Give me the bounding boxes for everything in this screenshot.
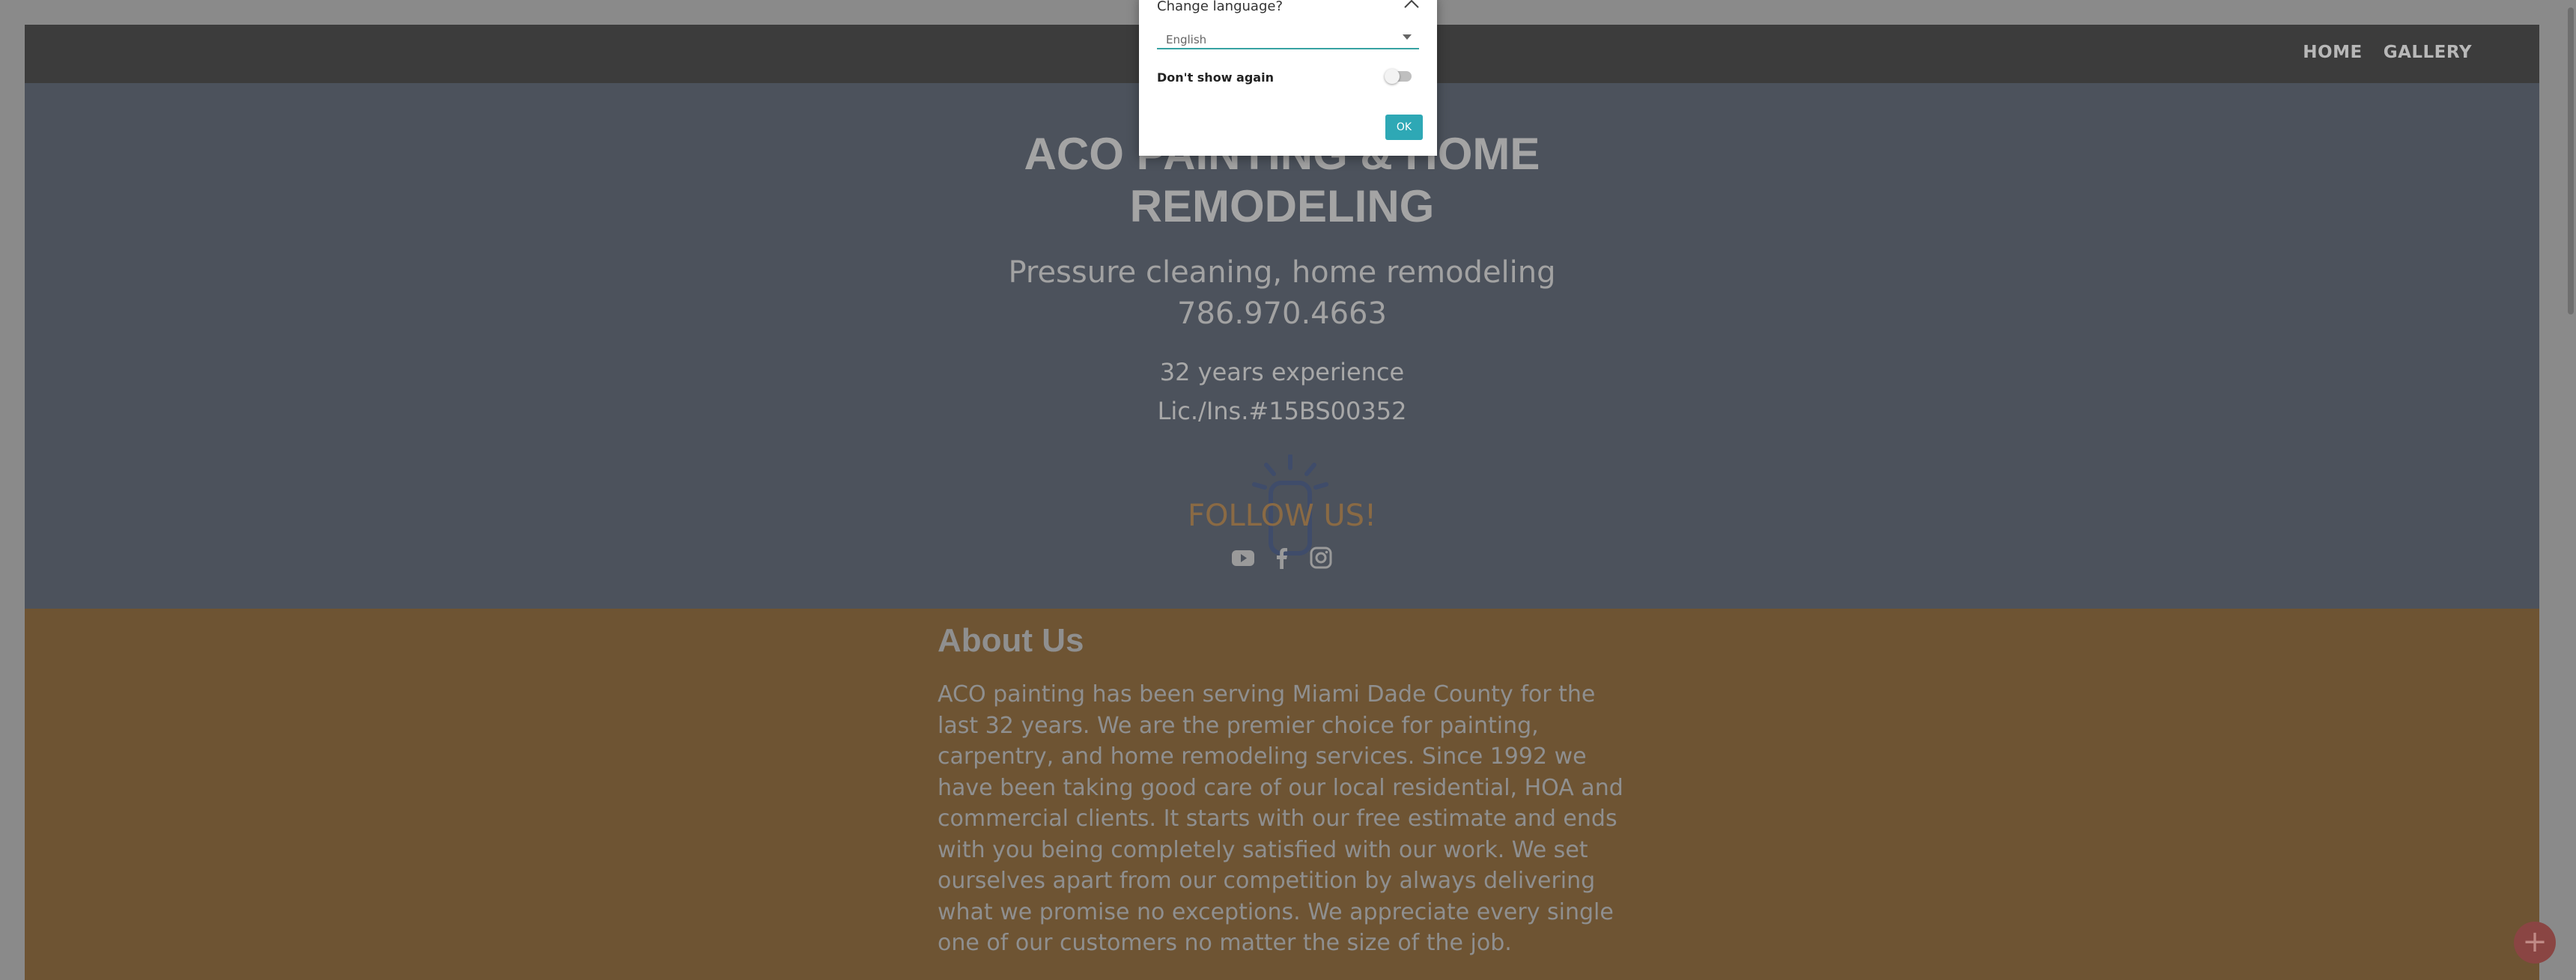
- main-nav: HOME GALLERY: [2303, 43, 2472, 62]
- instagram-icon[interactable]: [1309, 546, 1333, 570]
- dialog-title: Change language?: [1157, 0, 1283, 14]
- floating-action-button[interactable]: +: [2514, 922, 2556, 964]
- facebook-icon[interactable]: [1270, 546, 1294, 570]
- page-frame: HOME GALLERY ACO PAINTING & HOME REMODEL…: [25, 25, 2539, 980]
- ok-button[interactable]: OK: [1385, 115, 1423, 140]
- youtube-icon[interactable]: [1231, 546, 1255, 570]
- nav-home-link[interactable]: HOME: [2303, 43, 2362, 62]
- selected-language: English: [1166, 33, 1207, 46]
- change-language-dialog: Change language? English Don't show agai…: [1139, 0, 1437, 156]
- about-title: About Us: [938, 622, 1084, 659]
- social-links: [25, 546, 2539, 570]
- hero-subtitle: Pressure cleaning, home remodeling 786.9…: [25, 252, 2539, 335]
- dont-show-again-label: Don't show again: [1157, 70, 1274, 85]
- experience-text: 32 years experience: [1159, 358, 1405, 386]
- chevron-down-icon: [1403, 34, 1412, 40]
- follow-us-label: FOLLOW US!: [1187, 499, 1377, 533]
- about-body: ACO painting has been serving Miami Dade…: [938, 681, 1623, 956]
- close-icon[interactable]: [1401, 0, 1422, 15]
- language-select[interactable]: English: [1157, 22, 1419, 49]
- hero-phone[interactable]: 786.970.4663: [25, 293, 2539, 335]
- dont-show-again-toggle[interactable]: [1385, 69, 1412, 84]
- page-scrollbar[interactable]: [2566, 0, 2576, 980]
- hero-title-line-2: REMODELING: [1129, 181, 1435, 231]
- hero-services: Pressure cleaning, home remodeling: [1008, 255, 1556, 290]
- hero-section: ACO PAINTING & HOME REMODELING Pressure …: [25, 83, 2539, 609]
- about-section: About Us ACO painting has been serving M…: [25, 609, 2539, 980]
- toggle-knob: [1385, 69, 1400, 84]
- license-text: Lic./Ins.#15BS00352: [1157, 397, 1407, 425]
- hero-credentials: 32 years experience Lic./Ins.#15BS00352: [25, 353, 2539, 430]
- nav-gallery-link[interactable]: GALLERY: [2384, 43, 2472, 62]
- scrollbar-thumb[interactable]: [2568, 7, 2574, 314]
